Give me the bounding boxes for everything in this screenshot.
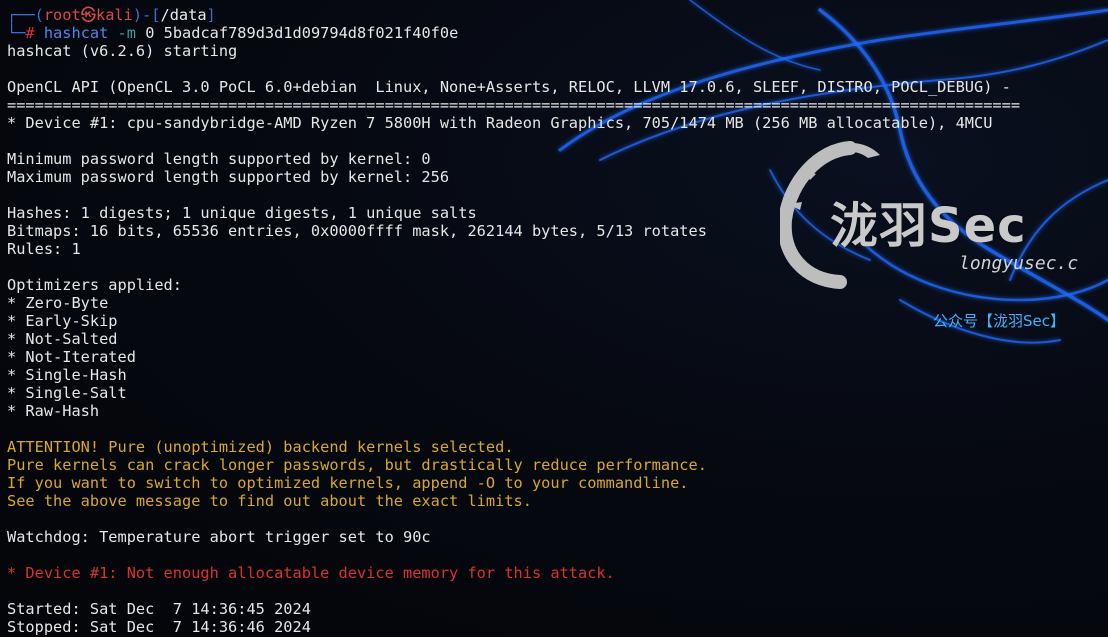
error-line: * Device #1: Not enough allocatable devi… [7,564,615,582]
command-flag: -m [117,24,136,42]
prompt-separator: )-[ [132,6,161,24]
optimizer-item: * Single-Salt [7,384,127,402]
output-hashes: Hashes: 1 digests; 1 unique digests, 1 u… [7,204,477,222]
attention-line: If you want to switch to optimized kerne… [7,474,689,492]
optimizers-title: Optimizers applied: [7,276,182,294]
output-version: hashcat (v6.2.6) starting [7,42,238,60]
output-max-password: Maximum password length supported by ker… [7,168,450,186]
prompt-corner-bottom: └─ [7,24,26,42]
output-device: * Device #1: cpu-sandybridge-AMD Ryzen 7… [7,114,993,132]
prompt-path: /data [160,6,207,24]
output-opencl: OpenCL API (OpenCL 3.0 PoCL 6.0+debian L… [7,78,1011,96]
terminal-output: ┌──(root㉿kali)-[/data] └─# hashcat -m 0 … [7,6,1108,636]
prompt-corner-top: ┌──( [7,6,44,24]
attention-line: See the above message to find out about … [7,492,532,510]
output-bitmaps: Bitmaps: 16 bits, 65536 entries, 0x0000f… [7,222,707,240]
command-name: hashcat [43,24,109,42]
optimizer-item: * Zero-Byte [7,294,109,312]
prompt-hash: # [25,24,35,42]
optimizer-item: * Early-Skip [7,312,118,330]
optimizer-item: * Not-Salted [7,330,118,348]
output-rule: ========================================… [7,96,1021,114]
optimizer-item: * Not-Iterated [7,348,136,366]
optimizer-item: * Single-Hash [7,366,127,384]
skull-icon: ㉿ [80,6,96,24]
prompt-host: kali [96,6,133,24]
output-stopped: Stopped: Sat Dec 7 14:36:46 2024 [7,618,311,636]
attention-line: Pure kernels can crack longer passwords,… [7,456,707,474]
prompt-line-top: ┌──(root㉿kali)-[/data] [7,6,1108,24]
command-line[interactable]: └─# hashcat -m 0 5badcaf789d3d1d09794d8f… [7,24,1108,42]
terminal-window[interactable]: 泷羽Sec longyusec.c 公众号【泷羽Sec】 ┌──(root㉿ka… [0,0,1108,637]
output-started: Started: Sat Dec 7 14:36:45 2024 [7,600,311,618]
output-min-password: Minimum password length supported by ker… [7,150,431,168]
prompt-user: root [43,6,81,24]
command-args: 0 5badcaf789d3d1d09794d8f021f40f0e [145,24,459,42]
output-watchdog: Watchdog: Temperature abort trigger set … [7,528,431,546]
output-rules: Rules: 1 [7,240,81,258]
prompt-close: ] [206,6,216,24]
optimizer-item: * Raw-Hash [7,402,100,420]
attention-line: ATTENTION! Pure (unoptimized) backend ke… [7,438,514,456]
